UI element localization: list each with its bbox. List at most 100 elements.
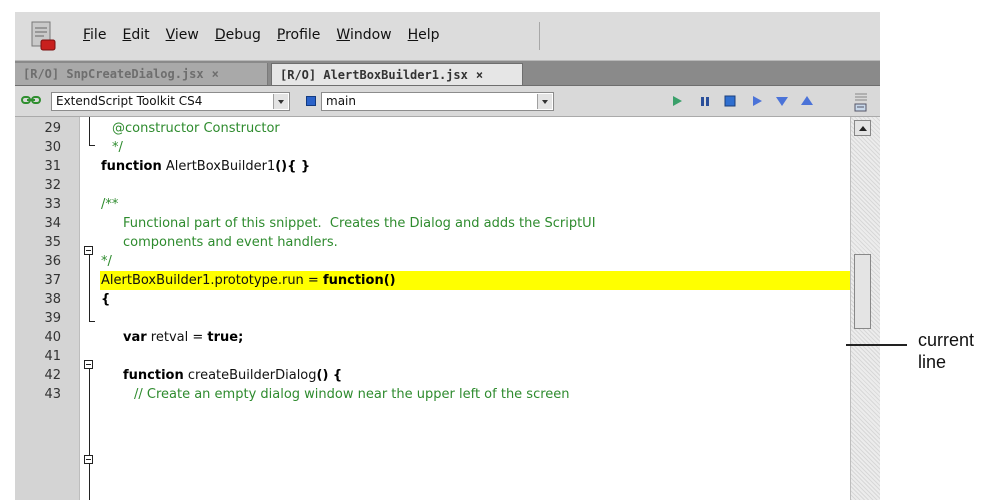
keyword-token: { — [101, 292, 111, 307]
fold-guide — [89, 255, 90, 321]
comment-token: */ — [101, 254, 112, 269]
code-line[interactable]: */ — [100, 252, 112, 271]
code-line[interactable] — [100, 309, 101, 328]
code-line[interactable]: function createBuilderDialog() { — [100, 366, 342, 385]
code-line[interactable]: { — [100, 290, 110, 309]
app-logo-icon — [31, 21, 56, 51]
code-line[interactable]: // Create an empty dialog window near th… — [100, 385, 570, 404]
line-number: 33 — [44, 197, 61, 212]
code-line[interactable]: Functional part of this snippet. Creates… — [100, 214, 596, 233]
step-into-icon[interactable] — [775, 94, 789, 108]
line-number: 40 — [44, 330, 61, 345]
menu-item-view[interactable]: View — [166, 27, 199, 43]
keyword-token: function() — [322, 273, 396, 288]
comment-token: */ — [112, 140, 123, 155]
code-token: createBuilderDialog — [183, 368, 317, 383]
line-number: 31 — [44, 159, 61, 174]
engine-select[interactable]: main — [321, 92, 554, 111]
menu-item-help[interactable]: Help — [408, 27, 440, 43]
panel-menu-icon[interactable] — [849, 91, 869, 113]
engine-status-icon — [306, 96, 316, 106]
comment-token: // Create an empty dialog window near th… — [134, 387, 570, 402]
menu-accelerator: D — [214, 27, 226, 43]
code-line[interactable]: @constructor Constructor — [100, 119, 280, 138]
code-line[interactable] — [100, 347, 101, 366]
debug-toolbar: ExtendScript Toolkit CS4 main — [15, 86, 880, 117]
collapse-icon[interactable] — [84, 360, 93, 369]
code-line[interactable]: function AlertBoxBuilder1(){ } — [100, 157, 310, 176]
keyword-token: true; — [207, 330, 244, 345]
collapse-icon[interactable] — [84, 455, 93, 464]
tab-label: [R/O] AlertBoxBuilder1.jsx — [280, 68, 468, 82]
tab-close-button[interactable]: × — [476, 68, 483, 82]
code-line[interactable]: */ — [100, 138, 123, 157]
callout-text-line-1: current — [918, 330, 975, 350]
keyword-token: () { — [316, 368, 343, 383]
line-number-gutter: 29 30 31 32 33 34 35 36 37 38 39 40 41 42 43 — [15, 117, 80, 500]
code-token: retval = — [146, 330, 208, 345]
menu-item-edit[interactable]: Edit — [122, 27, 149, 43]
menu-item-label: ile — [90, 27, 107, 43]
code-area[interactable]: @constructor Constructor */ function Alert… — [100, 117, 851, 500]
current-code-line[interactable]: AlertBoxBuilder1.prototype.run = functio… — [100, 271, 851, 290]
code-token: AlertBoxBuilder1 — [161, 159, 276, 174]
target-application-select[interactable]: ExtendScript Toolkit CS4 — [51, 92, 290, 111]
menu-items: File Edit View Debug Profile Window Help — [83, 27, 456, 43]
stop-icon[interactable] — [723, 94, 737, 108]
callout-text-line-2: line — [918, 352, 947, 372]
document-tab-bar: [R/O] SnpCreateDialog.jsx × [R/O] AlertBo… — [15, 61, 880, 86]
menu-accelerator: W — [336, 27, 350, 43]
menu-item-file[interactable]: File — [83, 27, 106, 43]
code-editor[interactable]: 29 30 31 32 33 34 35 36 37 38 39 40 41 42 43 @construc… — [15, 117, 880, 500]
comment-token: @constructor Constructor — [112, 121, 280, 136]
step-over-icon[interactable] — [750, 94, 764, 108]
code-line[interactable] — [100, 176, 101, 195]
menu-accelerator: E — [122, 27, 132, 43]
line-number: 30 — [44, 140, 61, 155]
keyword-token: function — [101, 159, 162, 174]
code-line[interactable]: /** — [100, 195, 118, 214]
code-line[interactable]: components and event handlers. — [100, 233, 338, 252]
scroll-up-button[interactable] — [854, 120, 871, 136]
line-number: 43 — [44, 387, 61, 402]
menu-item-label: dit — [131, 27, 150, 43]
pause-icon[interactable] — [698, 94, 712, 108]
comment-token: Functional part of this snippet. Creates… — [123, 216, 596, 231]
tab-close-button[interactable]: × — [212, 67, 219, 81]
fold-guide-end — [89, 321, 95, 322]
chevron-down-icon[interactable] — [537, 94, 552, 109]
line-number: 36 — [44, 254, 61, 269]
line-number: 38 — [44, 292, 61, 307]
line-number: 39 — [44, 311, 61, 326]
fold-guide — [89, 117, 90, 145]
keyword-token: var — [123, 330, 147, 345]
chevron-down-icon[interactable] — [273, 94, 288, 109]
step-out-icon[interactable] — [800, 94, 814, 108]
code-token: AlertBoxBuilder1.prototype.run = — [101, 273, 323, 288]
target-application-value: ExtendScript Toolkit CS4 — [56, 94, 203, 108]
menu-bar: File Edit View Debug Profile Window Help — [15, 12, 880, 61]
menu-item-window[interactable]: Window — [336, 27, 391, 43]
collapse-icon[interactable] — [84, 246, 93, 255]
code-line[interactable]: var retval = true; — [100, 328, 243, 347]
menu-item-label: iew — [174, 27, 199, 43]
scroll-thumb[interactable] — [854, 254, 871, 329]
tab-snp-create-dialog[interactable]: [R/O] SnpCreateDialog.jsx × — [15, 63, 268, 85]
menu-item-profile[interactable]: Profile — [277, 27, 321, 43]
line-number: 29 — [44, 121, 61, 136]
comment-token: components and event handlers. — [123, 235, 338, 250]
menu-accelerator: F — [83, 27, 91, 43]
play-icon[interactable] — [670, 94, 684, 108]
menu-item-label: rofile — [285, 27, 321, 43]
line-number: 37 — [44, 273, 61, 288]
menu-accelerator: V — [165, 27, 175, 43]
line-number: 41 — [44, 349, 61, 364]
fold-column — [80, 117, 100, 500]
keyword-token: function — [123, 368, 184, 383]
tab-alert-box-builder[interactable]: [R/O] AlertBoxBuilder1.jsx × — [271, 63, 523, 85]
link-icon[interactable] — [21, 93, 41, 107]
line-number: 42 — [44, 368, 61, 383]
vertical-scrollbar[interactable] — [850, 117, 880, 500]
menu-item-debug[interactable]: Debug — [215, 27, 261, 43]
line-number: 35 — [44, 235, 61, 250]
